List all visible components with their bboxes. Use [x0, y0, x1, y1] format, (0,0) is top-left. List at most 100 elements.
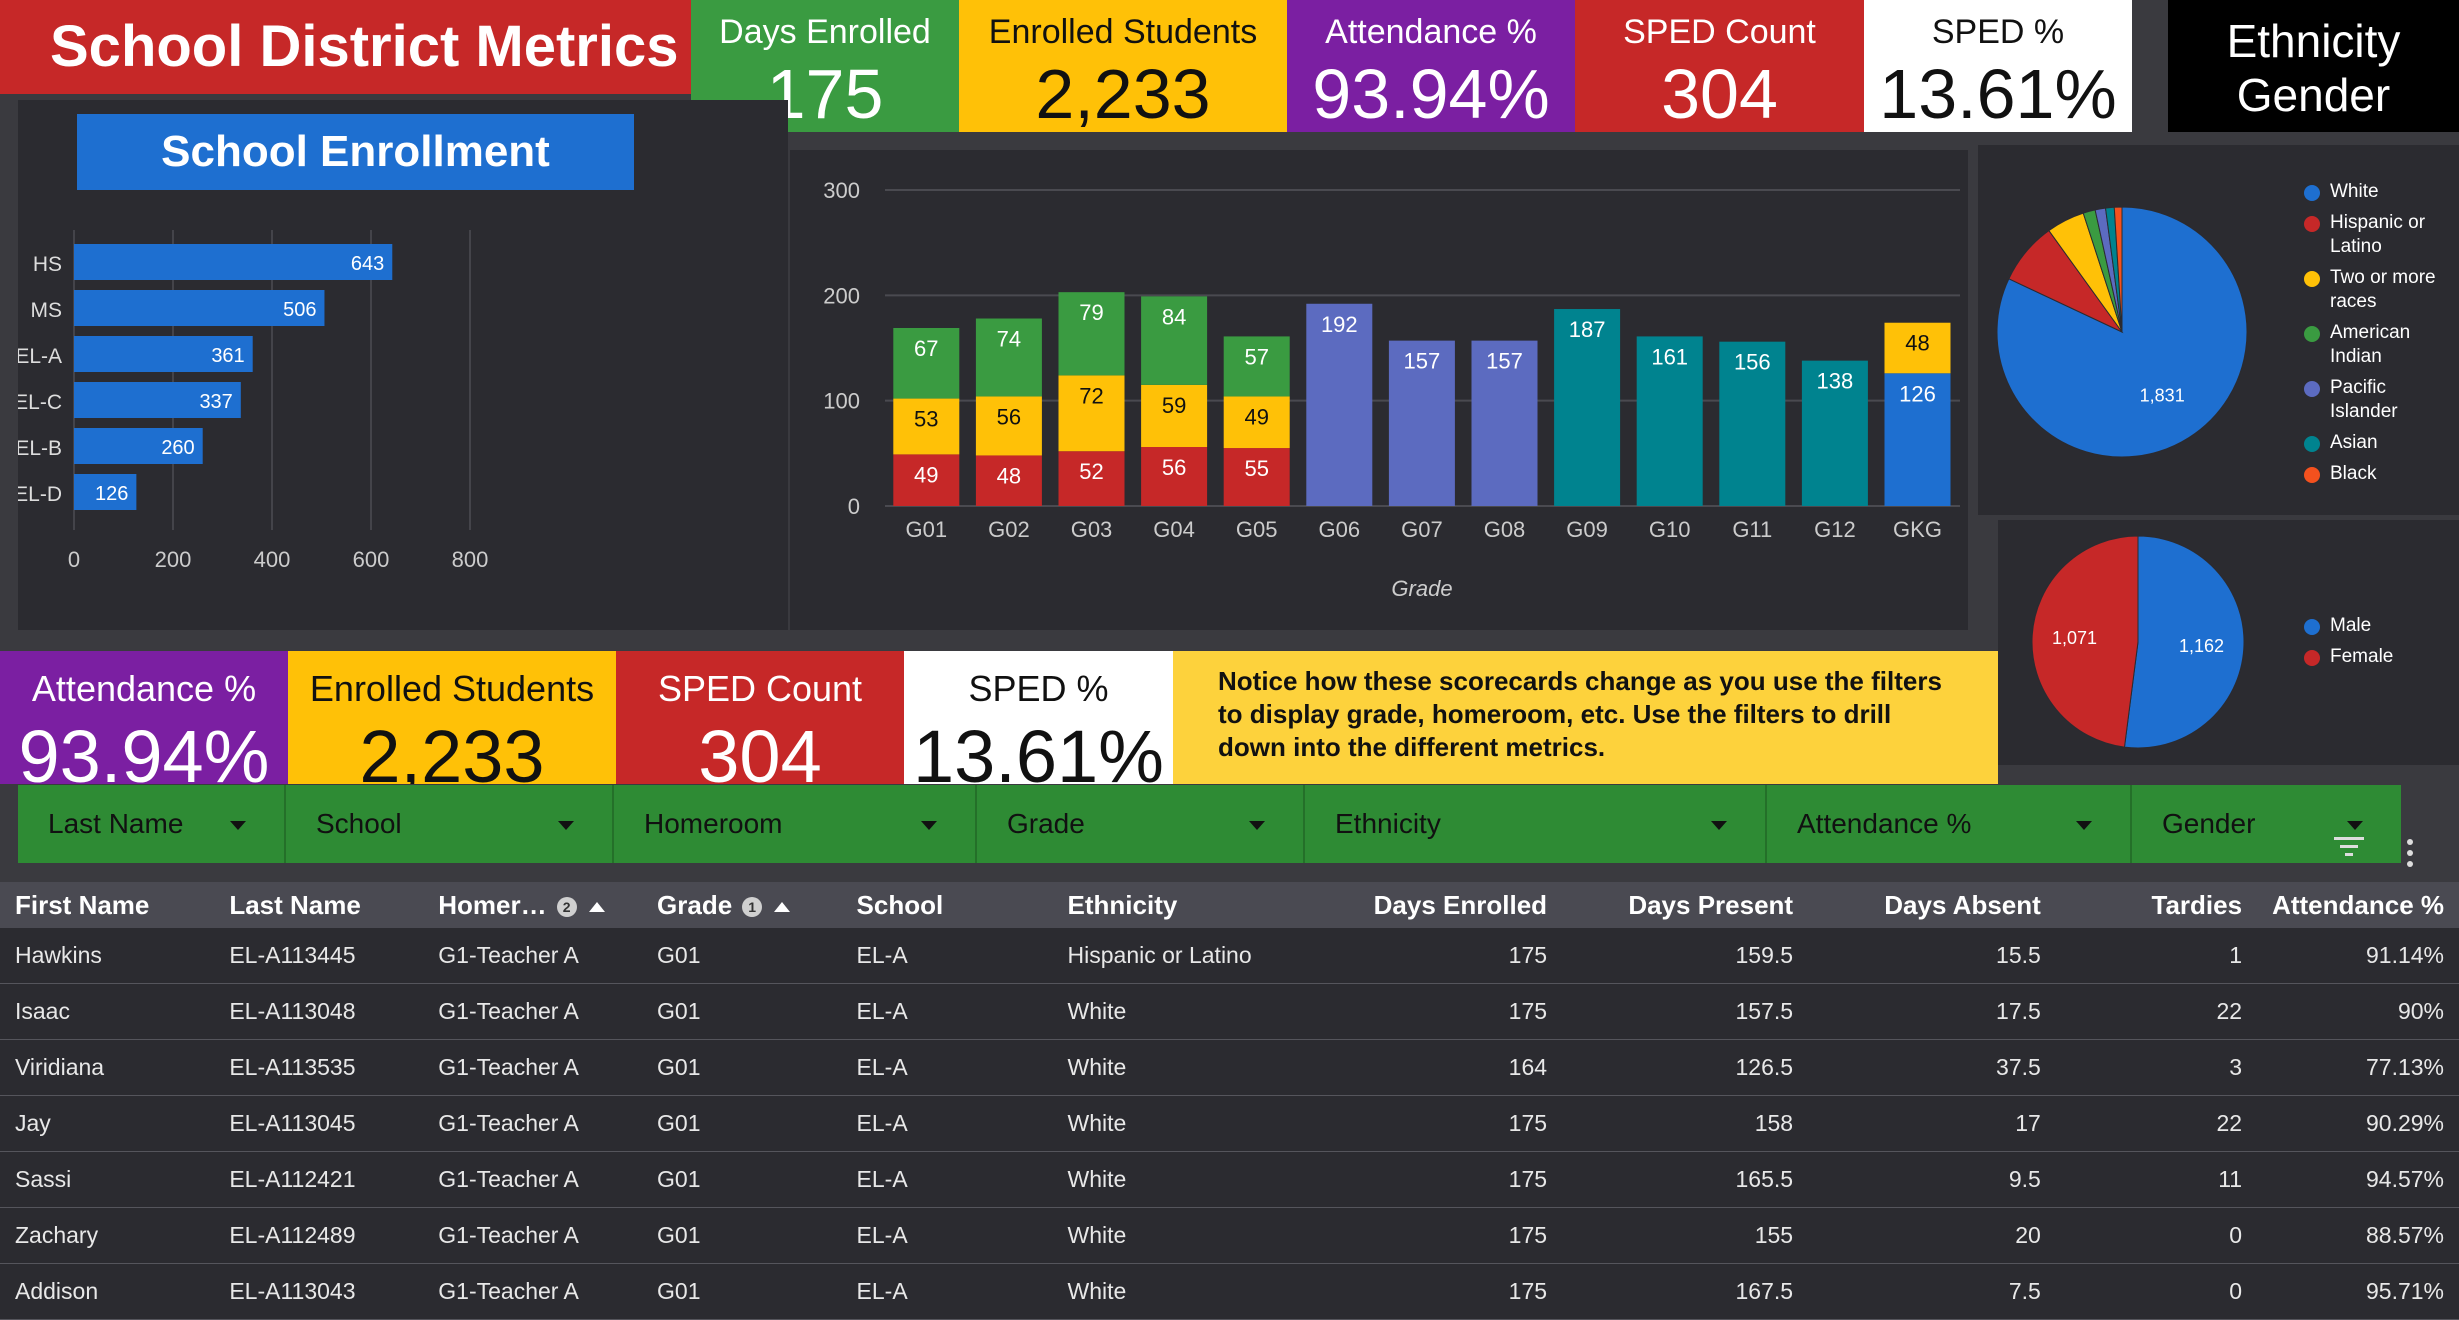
table-cell: 175 [1303, 1151, 1563, 1208]
col-days-present[interactable]: Days Present [1562, 882, 1809, 928]
legend-item[interactable]: Asian [2304, 431, 2454, 455]
dashboard-title: School District Metrics [0, 0, 691, 94]
table-cell: EL-A113043 [214, 1263, 424, 1320]
table-cell: 175 [1303, 1263, 1563, 1320]
legend-label: Asian [2330, 432, 2378, 453]
filter-label: School [316, 808, 402, 839]
bar-value-label: 187 [1569, 317, 1606, 342]
legend-item[interactable]: Pacific Islander [2304, 376, 2454, 424]
col-grade[interactable]: Grade 1 [642, 882, 842, 928]
x-tick-label: G08 [1484, 517, 1526, 542]
x-tick-label: G07 [1401, 517, 1443, 542]
col-school[interactable]: School [841, 882, 1053, 928]
ethnicity-legend: White Hispanic or Latino Two or more races… [2304, 180, 2454, 500]
table-cell: G1-Teacher A [423, 1207, 643, 1264]
header-label: Homer… [438, 889, 547, 920]
legend-swatch [2304, 467, 2320, 483]
table-cell: Zachary [0, 1207, 215, 1264]
table-cell: G01 [642, 1263, 842, 1320]
bar-value-label: 74 [997, 327, 1021, 352]
header-label: Last Name [229, 889, 361, 920]
legend-label: White [2330, 181, 2379, 202]
legend-item[interactable]: White [2304, 180, 2454, 204]
more-vert-icon[interactable] [2405, 838, 2415, 868]
table-cell: 126.5 [1562, 1039, 1809, 1096]
table-cell: Jay [0, 1095, 215, 1152]
col-days-enrolled[interactable]: Days Enrolled [1303, 882, 1563, 928]
legend-item[interactable]: American Indian [2304, 321, 2454, 369]
legend-item[interactable]: Hispanic or Latino [2304, 211, 2454, 259]
header-label: First Name [15, 889, 150, 920]
table-row[interactable]: Zachary EL-A112489 G1-Teacher A G01 EL-A Whit… [0, 1207, 2459, 1264]
x-tick-label: 400 [254, 547, 291, 572]
table-cell: G01 [642, 983, 842, 1040]
table-cell: White [1052, 983, 1304, 1040]
scorecard-sped-percent-2: SPED % 13.61% [904, 651, 1173, 784]
instruction-note: Notice how these scorecards change as yo… [1173, 651, 1998, 784]
legend-label: Black [2330, 463, 2377, 484]
x-tick-label: GKG [1893, 517, 1942, 542]
legend-item[interactable]: Female [2304, 645, 2454, 669]
y-tick-label: EL-B [18, 437, 62, 460]
filter-grade[interactable]: Grade [977, 785, 1305, 863]
scorecard-label: Enrolled Students [988, 13, 1258, 51]
filter-ethnicity[interactable]: Ethnicity [1305, 785, 1767, 863]
x-tick-label: 0 [68, 547, 80, 572]
scorecard-value: 304 [698, 715, 822, 785]
bar[interactable] [74, 244, 393, 280]
filter-homeroom[interactable]: Homeroom [614, 785, 977, 863]
filter-bar: Last Name School Homeroom Grade Ethnicit… [18, 785, 2401, 863]
table-row[interactable]: Isaac EL-A113048 G1-Teacher A G01 EL-A White 1… [0, 983, 2459, 1040]
col-homeroom[interactable]: Homer… 2 [423, 882, 643, 928]
table-cell: 3 [2055, 1039, 2258, 1096]
bar-value-label: 55 [1244, 456, 1268, 481]
legend-label: Female [2330, 646, 2394, 667]
filter-attendance[interactable]: Attendance % [1767, 785, 2132, 863]
table-row[interactable]: Sassi EL-A112421 G1-Teacher A G01 EL-A White 1… [0, 1151, 2459, 1208]
table-cell: EL-A112489 [214, 1207, 424, 1264]
filter-school[interactable]: School [286, 785, 614, 863]
col-attendance[interactable]: Attendance % [2257, 882, 2459, 928]
grade-stacked-bar-chart: 0 100 200 300 G01 G02 G03 G04 G05 G06 G07 G08 G09 G10… [823, 178, 1960, 601]
x-tick-label: 600 [353, 547, 390, 572]
filter-last-name[interactable]: Last Name [18, 785, 286, 863]
scorecard-value: 304 [1661, 55, 1778, 132]
col-days-absent[interactable]: Days Absent [1808, 882, 2056, 928]
table-cell: EL-A [841, 928, 1053, 984]
bar-value-label: 156 [1734, 350, 1771, 375]
header-label: School [856, 889, 944, 920]
legend-swatch [2304, 216, 2320, 232]
bar-value-label: 57 [1244, 344, 1268, 369]
legend-item[interactable]: Two or more races [2304, 266, 2454, 314]
filter-icon[interactable] [2334, 836, 2364, 858]
x-tick-label: G12 [1814, 517, 1856, 542]
scorecard-label: SPED % [968, 668, 1109, 709]
chevron-down-icon [230, 821, 246, 830]
col-first-name[interactable]: First Name [0, 882, 215, 928]
legend-item[interactable]: Male [2304, 614, 2454, 638]
table-row[interactable]: Hawkins EL-A113445 G1-Teacher A G01 EL-A Hisp… [0, 928, 2459, 984]
x-tick-label: G01 [906, 517, 948, 542]
sort-ascending-icon [588, 901, 605, 912]
chevron-down-icon [2347, 821, 2363, 830]
bar-value-label: 84 [1162, 304, 1186, 329]
table-cell: 7.5 [1808, 1263, 2056, 1320]
table-cell: 95.71% [2257, 1263, 2459, 1320]
table-row[interactable]: Viridiana EL-A113535 G1-Teacher A G01 EL-A Wh… [0, 1039, 2459, 1096]
col-last-name[interactable]: Last Name [214, 882, 424, 928]
col-ethnicity[interactable]: Ethnicity [1052, 882, 1304, 928]
y-tick-label: MS [31, 299, 63, 322]
col-tardies[interactable]: Tardies [2055, 882, 2258, 928]
table-cell: EL-A113535 [214, 1039, 424, 1096]
scorecard-value: 93.94% [18, 715, 270, 785]
table-row[interactable]: Addison EL-A113043 G1-Teacher A G01 EL-A Whit… [0, 1263, 2459, 1320]
bar-value-label: 126 [95, 483, 128, 505]
header-label: Days Enrolled [1373, 889, 1548, 920]
header-label: Tardies [2151, 889, 2243, 920]
table-cell: G1-Teacher A [423, 1151, 643, 1208]
legend-item[interactable]: Black [2304, 462, 2454, 486]
x-tick-label: G05 [1236, 517, 1278, 542]
table-row[interactable]: Jay EL-A113045 G1-Teacher A G01 EL-A White 175… [0, 1095, 2459, 1152]
table-cell: EL-A [841, 1095, 1053, 1152]
table-cell: G01 [642, 1039, 842, 1096]
